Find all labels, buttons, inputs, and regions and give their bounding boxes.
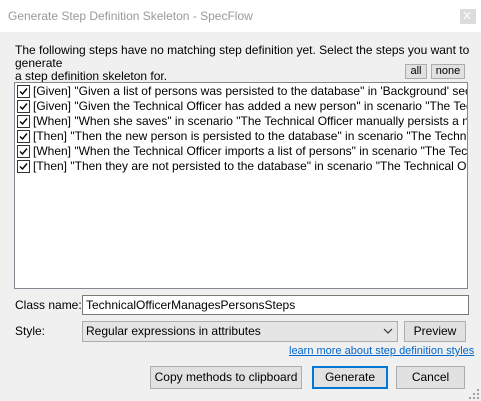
checkmark-icon xyxy=(19,103,28,111)
style-dropdown[interactable]: Regular expressions in attributes xyxy=(82,321,398,342)
step-row[interactable]: [Given] "Given the Technical Officer has… xyxy=(17,99,468,114)
step-label: [Then] "Then they are not persisted to t… xyxy=(33,159,468,173)
step-checkbox[interactable] xyxy=(17,85,30,98)
preview-button[interactable]: Preview xyxy=(404,321,466,342)
step-row[interactable]: [When] "When the Technical Officer impor… xyxy=(17,144,468,159)
step-label: [Then] "Then the new person is persisted… xyxy=(33,129,468,143)
copy-methods-button[interactable]: Copy methods to clipboard xyxy=(150,366,302,389)
step-checkbox[interactable] xyxy=(17,115,30,128)
step-row[interactable]: [Then] "Then they are not persisted to t… xyxy=(17,159,468,174)
step-label: [When] "When the Technical Officer impor… xyxy=(33,144,468,158)
generate-step-definition-dialog: Generate Step Definition Skeleton - Spec… xyxy=(0,0,481,401)
generate-button[interactable]: Generate xyxy=(312,366,388,389)
learn-more-link[interactable]: learn more about step definition styles xyxy=(289,345,474,357)
chevron-down-icon xyxy=(383,328,393,334)
cancel-button[interactable]: Cancel xyxy=(396,366,465,389)
window-title: Generate Step Definition Skeleton - Spec… xyxy=(8,9,253,23)
step-label: [When] "When she saves" in scenario "The… xyxy=(33,114,467,128)
step-row[interactable]: [Then] "Then the new person is persisted… xyxy=(17,129,468,144)
checkmark-icon xyxy=(19,133,28,141)
checkmark-icon xyxy=(19,148,28,156)
step-row[interactable]: [Given] "Given a list of persons was per… xyxy=(17,84,468,99)
style-selected-value: Regular expressions in attributes xyxy=(86,324,261,338)
class-name-label: Class name: xyxy=(15,298,82,312)
resize-grip-icon[interactable] xyxy=(468,388,480,400)
close-icon xyxy=(463,11,471,20)
step-checkbox[interactable] xyxy=(17,130,30,143)
step-label: [Given] "Given a list of persons was per… xyxy=(33,84,468,98)
checkmark-icon xyxy=(19,118,28,126)
title-bar[interactable]: Generate Step Definition Skeleton - Spec… xyxy=(0,0,481,32)
step-checkbox[interactable] xyxy=(17,145,30,158)
checkmark-icon xyxy=(19,163,28,171)
select-none-button[interactable]: none xyxy=(431,64,465,79)
step-label: [Given] "Given the Technical Officer has… xyxy=(33,99,468,113)
close-button[interactable] xyxy=(460,9,476,24)
step-checkbox[interactable] xyxy=(17,160,30,173)
step-checkbox[interactable] xyxy=(17,100,30,113)
style-label: Style: xyxy=(15,324,46,338)
class-name-input[interactable]: TechnicalOfficerManagesPersonsSteps xyxy=(82,295,469,315)
checkmark-icon xyxy=(19,88,28,96)
select-all-button[interactable]: all xyxy=(405,64,427,79)
step-row[interactable]: [When] "When she saves" in scenario "The… xyxy=(17,114,467,129)
steps-checklist[interactable]: [Given] "Given a list of persons was per… xyxy=(14,82,468,289)
